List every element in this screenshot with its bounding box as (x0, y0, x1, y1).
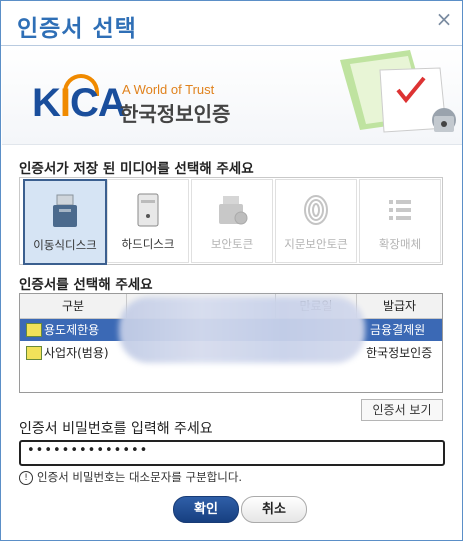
security-token-icon (219, 196, 248, 225)
confirm-button[interactable]: 확인 (173, 496, 239, 523)
close-icon[interactable]: × (432, 7, 456, 31)
tagline: A World of Trust (122, 82, 215, 97)
certificate-icon (26, 346, 42, 360)
cert-issuer: 한국정보인증 (366, 346, 433, 360)
cert-type: 사업자(범용) (44, 346, 109, 360)
dialog-title: 인증서 선택 (17, 16, 137, 42)
fingerprint-icon (304, 195, 328, 225)
extended-media-icon (389, 200, 411, 220)
media-extended[interactable]: 확장매체 (359, 179, 441, 263)
column-header-issuer[interactable]: 발급자 (357, 294, 442, 318)
media-selector: 이동식디스크 하드디스크 보안토큰 지문보안토큰 확장매체 (19, 177, 443, 265)
media-section-label: 인증서가 저장 된 미디어를 선택해 주세요 (19, 161, 254, 177)
media-label: 하드디스크 (121, 237, 175, 251)
media-hard-disk[interactable]: 하드디스크 (107, 179, 189, 263)
view-certificate-button[interactable]: 인증서 보기 (361, 399, 443, 421)
media-label: 확장매체 (378, 237, 422, 251)
cert-section-label: 인증서를 선택해 주세요 (19, 277, 153, 293)
password-field[interactable]: •••••••••••••• (19, 440, 445, 466)
media-label: 보안토큰 (210, 237, 254, 251)
certificate-dialog: 인증서 선택 × KICA A World of Trust 한국정보인증 인증… (0, 0, 463, 541)
hint-text: 인증서 비밀번호는 대소문자를 구분합니다. (37, 470, 243, 484)
media-label: 이동식디스크 (33, 238, 97, 252)
password-label: 인증서 비밀번호를 입력해 주세요 (19, 421, 213, 437)
info-icon: ! (19, 470, 33, 485)
kica-banner: KICA A World of Trust 한국정보인증 (2, 46, 462, 145)
media-security-token[interactable]: 보안토큰 (191, 179, 273, 263)
org-name: 한국정보인증 (120, 102, 231, 126)
kica-logo: KICA (32, 81, 127, 125)
usb-drive-icon (53, 194, 77, 227)
media-fingerprint-token[interactable]: 지문보안토큰 (275, 179, 357, 263)
cert-issuer: 금융결제원 (370, 323, 426, 337)
password-hint: ! 인증서 비밀번호는 대소문자를 구분합니다. (19, 469, 242, 485)
column-header-type[interactable]: 구분 (20, 294, 127, 318)
media-label: 지문보안토큰 (284, 237, 348, 251)
password-value: •••••••••••••• (27, 443, 149, 458)
certificate-icon (26, 323, 42, 337)
title-bar: 인증서 선택 × (1, 1, 462, 46)
cert-type: 용도제한용 (44, 323, 100, 337)
hard-disk-icon (137, 193, 159, 227)
media-usb-drive[interactable]: 이동식디스크 (23, 179, 107, 265)
certificate-lock-illustration (340, 50, 456, 133)
redaction-blur (119, 297, 365, 363)
cancel-button[interactable]: 취소 (241, 496, 307, 523)
